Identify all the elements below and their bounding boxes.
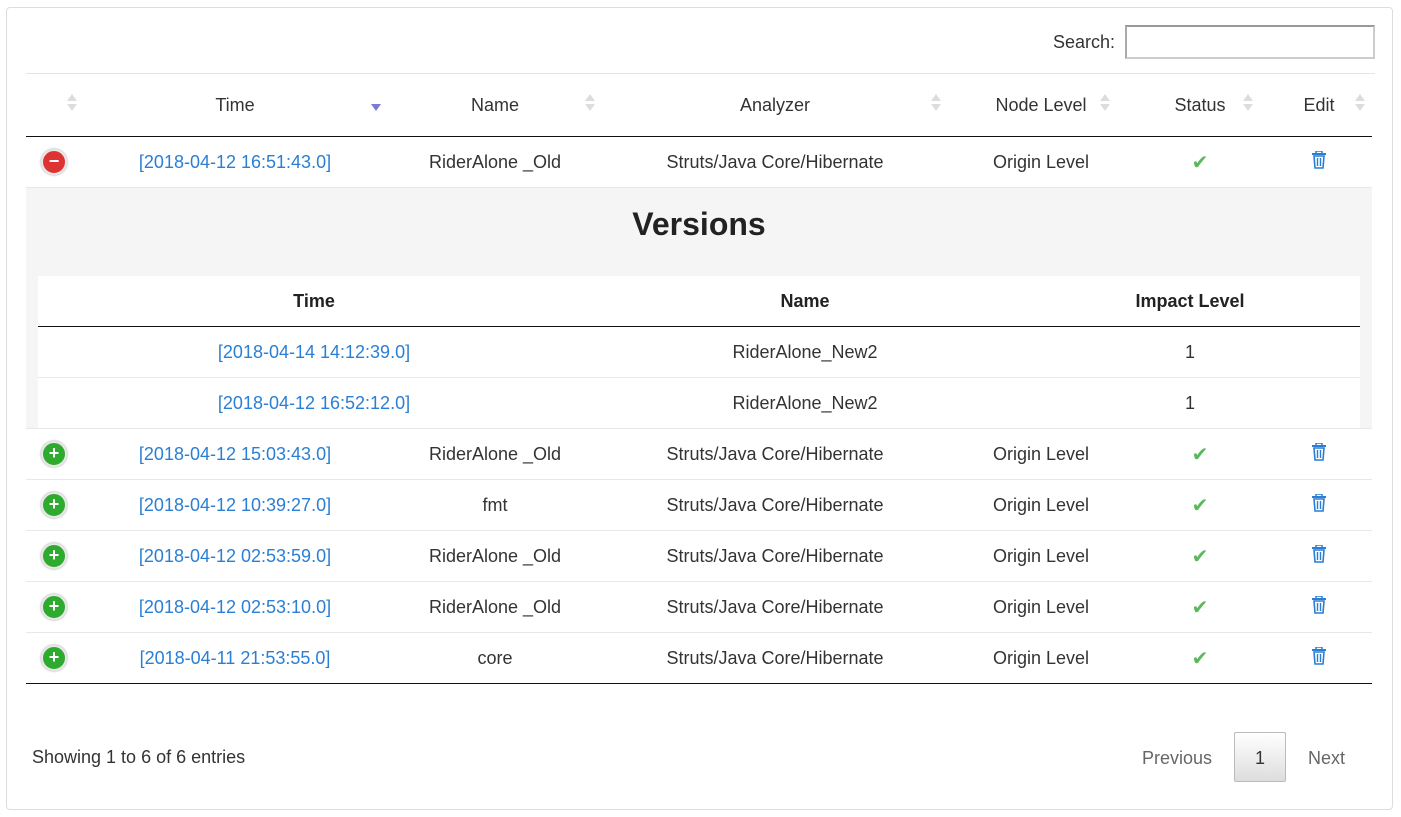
column-label: Edit	[1303, 94, 1335, 115]
sort-icon	[67, 94, 77, 114]
name-cell: RiderAlone _Old	[388, 581, 602, 633]
child-row: Versions Time Name Impact Level [2018-04…	[26, 187, 1372, 429]
search-bar: Search:	[1053, 25, 1375, 59]
expand-icon[interactable]: +	[41, 645, 67, 671]
previous-button[interactable]: Previous	[1120, 732, 1234, 782]
versions-header-name: Name	[590, 276, 1020, 327]
name-cell: fmt	[388, 479, 602, 531]
versions-title: Versions	[632, 206, 766, 242]
check-icon: ✔	[1191, 443, 1209, 466]
column-header-name[interactable]: Name	[388, 74, 602, 137]
column-label: Time	[215, 94, 255, 115]
page-button-1[interactable]: 1	[1233, 732, 1286, 782]
analyzer-cell: Struts/Java Core/Hibernate	[666, 151, 884, 172]
time-link[interactable]: [2018-04-12 02:53:59.0]	[139, 546, 331, 566]
sort-icon	[1355, 94, 1365, 114]
version-name-cell: RiderAlone_New2	[732, 341, 878, 362]
column-header-edit[interactable]: Edit	[1266, 74, 1372, 137]
versions-header-row: Time Name Impact Level	[38, 276, 1360, 327]
trash-icon[interactable]	[1311, 594, 1327, 619]
version-impact-cell: 1	[1020, 377, 1360, 428]
versions-table: Time Name Impact Level [2018-04-14 14:12…	[38, 276, 1360, 428]
name-cell: core	[388, 632, 602, 684]
versions-row: [2018-04-14 14:12:39.0] RiderAlone_New2 …	[38, 327, 1360, 378]
trash-icon[interactable]	[1311, 645, 1327, 670]
trash-icon[interactable]	[1311, 441, 1327, 466]
node-level-cell: Origin Level	[948, 632, 1134, 684]
pagination: Previous 1 Next	[1120, 732, 1367, 782]
column-label: Node Level	[995, 94, 1087, 115]
search-input[interactable]	[1125, 25, 1375, 59]
trash-icon[interactable]	[1311, 492, 1327, 517]
name-cell: RiderAlone _Old	[428, 151, 562, 172]
expand-icon[interactable]: +	[41, 594, 67, 620]
table-row: − [2018-04-12 16:51:43.0] RiderAlone _Ol…	[26, 137, 1372, 188]
version-name-cell: RiderAlone_New2	[590, 377, 1020, 428]
column-header-analyzer[interactable]: Analyzer	[602, 74, 948, 137]
analyzer-cell: Struts/Java Core/Hibernate	[602, 428, 948, 480]
time-link[interactable]: [2018-04-12 15:03:43.0]	[139, 444, 331, 464]
node-level-cell: Origin Level	[948, 581, 1134, 633]
node-level-cell: Origin Level	[948, 428, 1134, 480]
time-link[interactable]: [2018-04-11 21:53:55.0]	[140, 648, 331, 668]
versions-header-impact: Impact Level	[1020, 276, 1360, 327]
trash-icon[interactable]	[1311, 543, 1327, 568]
analyzer-cell: Struts/Java Core/Hibernate	[602, 479, 948, 531]
analyzer-cell: Struts/Java Core/Hibernate	[602, 632, 948, 684]
check-icon: ✔	[1191, 545, 1209, 568]
node-level-cell: Origin Level	[948, 479, 1134, 531]
table-row: + [2018-04-11 21:53:55.0] core Struts/Ja…	[26, 632, 1372, 684]
header-row: Time Name Analyzer Node Level Status Edi…	[26, 74, 1372, 137]
sort-icon	[585, 94, 595, 114]
sort-desc-icon	[371, 94, 381, 114]
expand-icon[interactable]: +	[41, 441, 67, 467]
table-row: + [2018-04-12 02:53:59.0] RiderAlone _Ol…	[26, 530, 1372, 582]
expand-icon[interactable]: +	[41, 543, 67, 569]
column-label: Name	[470, 94, 519, 115]
versions-header-time: Time	[38, 276, 590, 327]
check-icon: ✔	[1191, 494, 1209, 517]
data-table: Time Name Analyzer Node Level Status Edi…	[26, 74, 1372, 684]
column-header-node-level[interactable]: Node Level	[948, 74, 1134, 137]
time-link[interactable]: [2018-04-12 16:51:43.0]	[139, 152, 331, 172]
sort-icon	[1100, 94, 1110, 114]
version-time-link[interactable]: [2018-04-12 16:52:12.0]	[218, 393, 410, 413]
column-header-details[interactable]	[26, 74, 82, 137]
name-cell: RiderAlone _Old	[388, 428, 602, 480]
analyzer-cell: Struts/Java Core/Hibernate	[602, 530, 948, 582]
column-header-status[interactable]: Status	[1134, 74, 1266, 137]
sort-icon	[1243, 94, 1253, 114]
table-info: Showing 1 to 6 of 6 entries	[32, 747, 246, 767]
table-row: + [2018-04-12 15:03:43.0] RiderAlone _Ol…	[26, 428, 1372, 480]
sort-icon	[931, 94, 941, 114]
node-level-cell: Origin Level	[948, 530, 1134, 582]
column-header-time[interactable]: Time	[82, 74, 388, 137]
check-icon: ✔	[1191, 596, 1209, 619]
analyzer-cell: Struts/Java Core/Hibernate	[602, 581, 948, 633]
column-label: Status	[1174, 94, 1226, 115]
expand-icon[interactable]: +	[41, 492, 67, 518]
search-label: Search:	[1052, 31, 1115, 52]
column-label: Analyzer	[739, 94, 811, 115]
time-link[interactable]: [2018-04-12 10:39:27.0]	[139, 495, 331, 515]
time-link[interactable]: [2018-04-12 02:53:10.0]	[139, 597, 331, 617]
node-level-cell: Origin Level	[992, 151, 1090, 172]
version-impact-cell: 1	[1184, 341, 1195, 362]
collapse-icon[interactable]: −	[41, 149, 67, 175]
next-button[interactable]: Next	[1286, 732, 1367, 782]
version-time-link[interactable]: [2018-04-14 14:12:39.0]	[218, 342, 410, 362]
versions-row: [2018-04-12 16:52:12.0] RiderAlone_New2 …	[38, 377, 1360, 428]
trash-icon[interactable]	[1311, 149, 1327, 174]
check-icon: ✔	[1191, 647, 1209, 670]
check-icon: ✔	[1191, 151, 1209, 174]
table-row: + [2018-04-12 02:53:10.0] RiderAlone _Ol…	[26, 581, 1372, 633]
name-cell: RiderAlone _Old	[388, 530, 602, 582]
table-row: + [2018-04-12 10:39:27.0] fmt Struts/Jav…	[26, 479, 1372, 531]
